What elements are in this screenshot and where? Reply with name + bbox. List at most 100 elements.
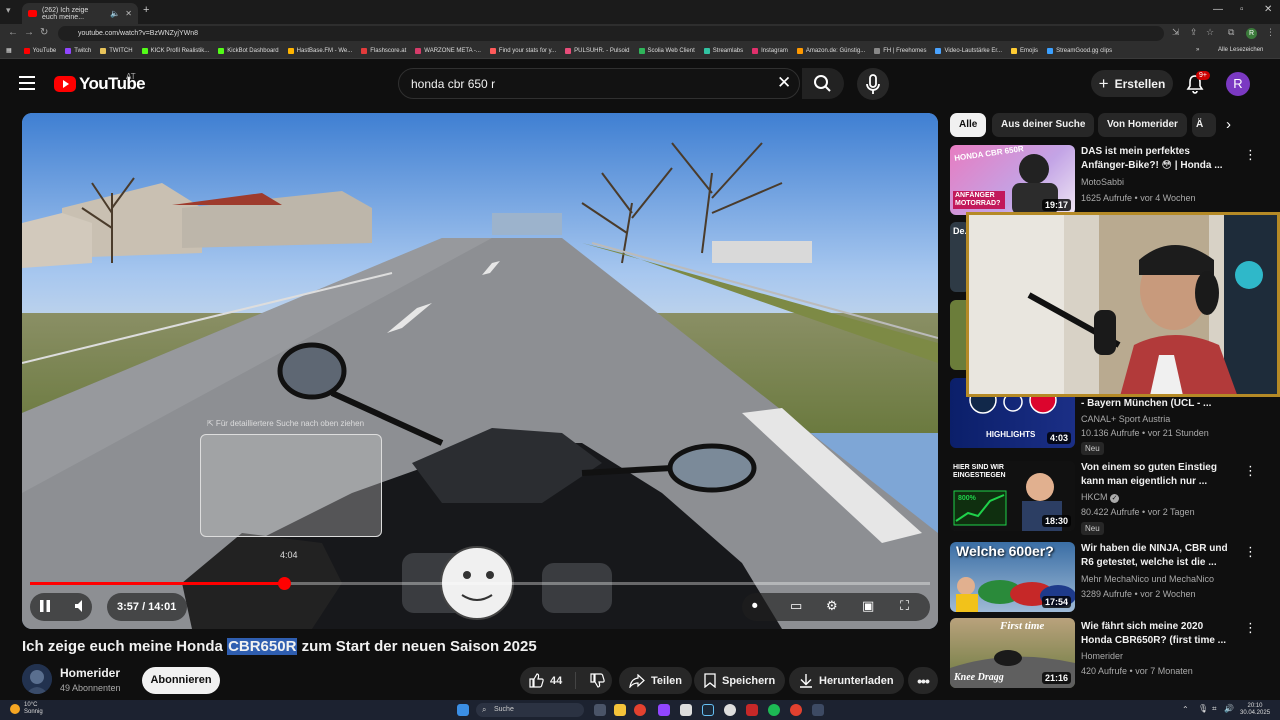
- subtitles-icon[interactable]: ▭: [790, 598, 802, 614]
- all-bookmarks[interactable]: Alle Lesezeichen: [1218, 47, 1263, 53]
- recommendation-title[interactable]: Wie fährt sich meine 2020 Honda CBR650R?…: [1081, 620, 1231, 648]
- account-avatar[interactable]: R: [1226, 72, 1250, 96]
- spotify-icon[interactable]: [768, 704, 780, 716]
- bookmark-item[interactable]: Streamlabs: [703, 47, 743, 54]
- fullscreen-icon[interactable]: ⛶: [900, 598, 909, 614]
- video-thumbnail[interactable]: HONDA CBR 650R ANFÄNGER MOTORRAD? 19:17: [950, 145, 1075, 215]
- video-player[interactable]: ⇱ Für detailliertere Suche nach oben zie…: [22, 113, 938, 629]
- video-thumbnail[interactable]: HIER SIND WIR EINGESTIEGEN 800% 18:30: [950, 461, 1075, 531]
- recommendation-item[interactable]: First time Knee Dragg 21:16 Wie fährt si…: [950, 618, 1257, 690]
- chip-all[interactable]: Alle: [950, 113, 987, 137]
- recommendation-item[interactable]: HIER SIND WIR EINGESTIEGEN 800% 18:30 Vo…: [950, 461, 1257, 535]
- more-options-icon[interactable]: ⋮: [1244, 544, 1257, 560]
- progress-scrubber[interactable]: [277, 577, 291, 590]
- bookmark-item[interactable]: PULSUHR. - Pulsoid: [565, 47, 630, 54]
- youtube-logo[interactable]: YouTube AT: [54, 72, 146, 94]
- new-tab-icon[interactable]: +: [143, 4, 149, 16]
- taskbar-app-icon[interactable]: [680, 704, 692, 716]
- voice-search-button[interactable]: [857, 68, 889, 100]
- tab-audio-icon[interactable]: 🔈: [110, 9, 120, 18]
- volume-tray-icon[interactable]: 🔊: [1224, 704, 1234, 713]
- apps-grid-icon[interactable]: ▦: [6, 47, 12, 54]
- bookmark-item[interactable]: TWITCH: [100, 47, 133, 54]
- recommendation-item[interactable]: Welche 600er? 17:54 Wir haben die NINJA,…: [950, 542, 1257, 614]
- bookmark-item[interactable]: Twitch: [65, 47, 91, 54]
- chip-from-channel[interactable]: Von Homerider: [1098, 113, 1187, 137]
- task-view-icon[interactable]: [594, 704, 606, 716]
- chrome-icon[interactable]: [634, 704, 646, 716]
- clear-search-icon[interactable]: ✕: [777, 73, 791, 93]
- thumbs-down-icon[interactable]: [590, 673, 605, 688]
- taskbar-app-icon[interactable]: [746, 704, 758, 716]
- bookmark-item[interactable]: WARZONE META -...: [415, 47, 481, 54]
- search-button[interactable]: [802, 68, 844, 99]
- bookmark-item[interactable]: HastBase.FM - We...: [287, 47, 352, 54]
- bookmark-item[interactable]: Amazon.de: Günstig...: [796, 47, 865, 54]
- bookmark-item[interactable]: StreamGood.gg clips: [1047, 47, 1112, 54]
- bookmark-item[interactable]: KickBot Dashboard: [218, 47, 279, 54]
- taskbar-app-icon[interactable]: [658, 704, 670, 716]
- recommendation-title[interactable]: Wir haben die NINJA, CBR und R6 getestet…: [1081, 542, 1231, 570]
- browser-profile-avatar[interactable]: R: [1246, 28, 1257, 39]
- bookmark-item[interactable]: Instagram: [752, 47, 788, 54]
- bookmark-item[interactable]: Scolia Web Client: [638, 47, 695, 54]
- recommendation-channel[interactable]: CANAL+ Sport Austria: [1081, 414, 1170, 424]
- more-options-icon[interactable]: ⋮: [1244, 620, 1257, 636]
- more-actions-button[interactable]: •••: [908, 667, 938, 694]
- bookmark-item[interactable]: Flashscore.at: [361, 47, 406, 54]
- like-button[interactable]: 44: [520, 672, 576, 689]
- taskbar-clock[interactable]: 20:10 30.04.2025: [1240, 703, 1270, 717]
- address-bar[interactable]: youtube.com/watch?v=BzWNZyjYWn8: [58, 26, 1164, 41]
- extensions-icon[interactable]: ⧉: [1228, 27, 1234, 38]
- create-button[interactable]: + Erstellen: [1091, 70, 1173, 97]
- bookmark-item[interactable]: Video-Lautstärke Er...: [935, 47, 1002, 54]
- recommendation-channel[interactable]: MotoSabbi: [1081, 177, 1124, 187]
- weather-widget[interactable]: 10°C Sonnig: [24, 702, 43, 716]
- video-thumbnail[interactable]: First time Knee Dragg 21:16: [950, 618, 1075, 688]
- chip-next-icon[interactable]: ›: [1226, 116, 1231, 133]
- chrome-icon[interactable]: [790, 704, 802, 716]
- download-button[interactable]: Herunterladen: [789, 667, 904, 694]
- save-button[interactable]: Speichern: [694, 667, 786, 694]
- minimize-icon[interactable]: —: [1213, 4, 1223, 15]
- close-window-icon[interactable]: ✕: [1264, 4, 1272, 15]
- back-icon[interactable]: ←: [8, 27, 18, 38]
- recommendation-channel[interactable]: Mehr MechaNico und MechaNico: [1081, 574, 1214, 584]
- settings-gear-icon[interactable]: ⚙: [826, 598, 838, 614]
- recommendation-item[interactable]: HONDA CBR 650R ANFÄNGER MOTORRAD? 19:17 …: [950, 145, 1257, 217]
- browser-tab-active[interactable]: (262) Ich zeige euch meine... 🔈 ✕: [22, 3, 138, 24]
- reload-icon[interactable]: ↻: [40, 27, 48, 38]
- bookmark-item[interactable]: YouTube: [23, 47, 56, 54]
- maximize-icon[interactable]: ▫: [1240, 4, 1244, 15]
- bookmark-star-icon[interactable]: ☆: [1206, 27, 1214, 38]
- menu-icon[interactable]: [19, 76, 35, 90]
- volume-icon[interactable]: [72, 597, 90, 615]
- share-page-icon[interactable]: ⇪: [1190, 27, 1198, 38]
- browser-menu-icon[interactable]: ⋮: [1266, 27, 1275, 38]
- recommendation-channel[interactable]: HKCM ✓: [1081, 492, 1120, 503]
- network-icon[interactable]: ⌗: [1212, 704, 1217, 714]
- mic-tray-icon[interactable]: 🎙: [1198, 704, 1208, 713]
- chip-from-search[interactable]: Aus deiner Suche: [992, 113, 1095, 137]
- recommendation-title[interactable]: Von einem so guten Einstieg kann man eig…: [1081, 461, 1231, 489]
- subscribe-button[interactable]: Abonnieren: [142, 667, 220, 694]
- taskbar-search[interactable]: ⌕ Suche: [476, 703, 584, 717]
- steam-icon[interactable]: [702, 704, 714, 716]
- recommendation-title[interactable]: DAS ist mein perfektes Anfänger-Bike?! 😳…: [1081, 145, 1231, 173]
- bookmark-item[interactable]: KICK Profil Realistik...: [141, 47, 209, 54]
- tab-search-icon[interactable]: ▾: [6, 5, 11, 16]
- tab-close-icon[interactable]: ✕: [125, 9, 132, 18]
- recommendation-title[interactable]: - Bayern München (UCL - ...: [1081, 397, 1231, 411]
- video-thumbnail[interactable]: Welche 600er? 17:54: [950, 542, 1075, 612]
- bookmark-item[interactable]: Emojis: [1011, 47, 1038, 54]
- autoplay-toggle-icon[interactable]: ⏺: [752, 600, 758, 613]
- search-input[interactable]: honda cbr 650 r ✕: [398, 68, 800, 99]
- taskbar-app-icon[interactable]: [724, 704, 736, 716]
- bookmark-item[interactable]: FH | Freehomes: [874, 47, 926, 54]
- taskbar-app-icon[interactable]: [812, 704, 824, 716]
- bookmark-item[interactable]: Find your stats for y...: [489, 47, 556, 54]
- theater-mode-icon[interactable]: ▣: [862, 598, 874, 614]
- recommendation-channel[interactable]: Homerider: [1081, 651, 1123, 661]
- pause-icon[interactable]: [38, 597, 52, 615]
- install-icon[interactable]: ⇲: [1172, 27, 1180, 38]
